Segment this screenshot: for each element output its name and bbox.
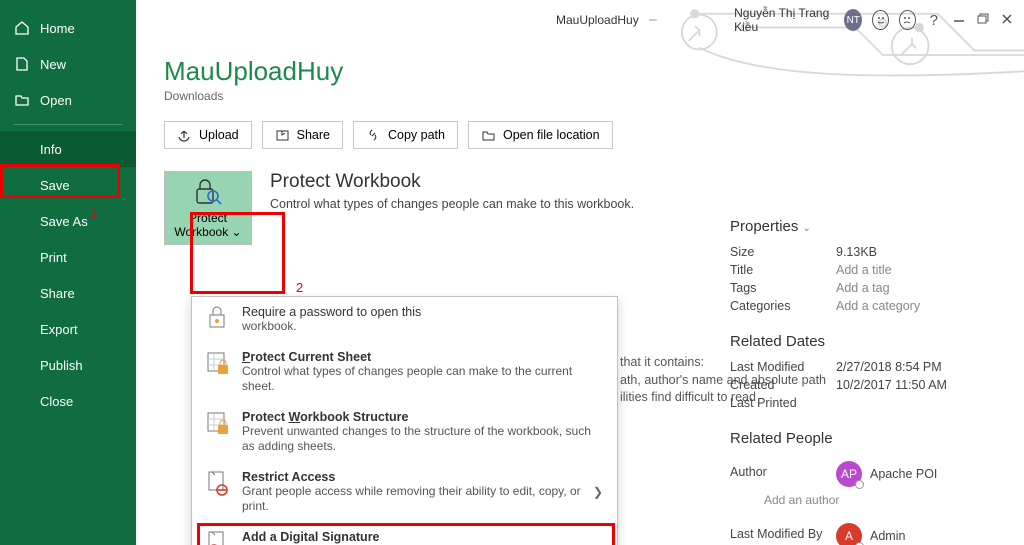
sidebar-home[interactable]: Home: [0, 10, 136, 46]
main-area: MauUploadHuy Nguyễn Thị Trang Kiều NT ? …: [136, 0, 1024, 545]
dd-protect-structure[interactable]: Protect Workbook StructurePrevent unwant…: [192, 402, 617, 462]
content: MauUploadHuy Downloads Upload Share Copy…: [164, 56, 1004, 545]
upload-icon: [177, 128, 192, 142]
prop-tags-k: Tags: [730, 281, 836, 295]
open-icon: [14, 92, 30, 108]
sidebar-publish[interactable]: Publish: [0, 347, 136, 383]
sidebar-close[interactable]: Close: [0, 383, 136, 419]
sidebar-label: Export: [40, 322, 78, 337]
dd-encrypt[interactable]: Require a password to open thisworkbook.: [192, 297, 617, 342]
chevron-down-icon: ⌄: [803, 223, 811, 234]
new-icon: [14, 56, 30, 72]
sidebar-label: Save As: [40, 214, 88, 229]
sidebar-label: Share: [40, 286, 75, 301]
protect-dropdown: Require a password to open thisworkbook.…: [191, 296, 618, 545]
chevron-right-icon: ❯: [593, 485, 603, 499]
restrict-icon: [204, 470, 232, 514]
sidebar-export[interactable]: Export: [0, 311, 136, 347]
titlebar-docname: MauUploadHuy: [556, 13, 639, 27]
sep-icon: [649, 19, 657, 21]
properties-heading[interactable]: Properties ⌄: [730, 218, 976, 235]
open-location-button[interactable]: Open file location: [468, 121, 613, 149]
annotation-1: 1: [90, 205, 97, 220]
prop-size-k: Size: [730, 245, 836, 259]
folder-icon: [481, 128, 496, 142]
dd-restrict-access[interactable]: Restrict AccessGrant people access while…: [192, 462, 617, 522]
sidebar-label: Open: [40, 93, 72, 108]
lock-key-icon: [204, 305, 232, 334]
link-icon: [366, 128, 381, 142]
avatar-icon: A: [836, 523, 862, 545]
sidebar-print[interactable]: Print: [0, 239, 136, 275]
highlight-signature: [197, 523, 615, 545]
sidebar-open[interactable]: Open: [0, 82, 136, 118]
add-author[interactable]: Add an author: [764, 493, 976, 507]
close-icon[interactable]: [1000, 12, 1014, 28]
minimize-icon[interactable]: [952, 12, 966, 28]
titlebar: MauUploadHuy Nguyễn Thị Trang Kiều NT ?: [556, 4, 1014, 36]
highlight-info: [0, 164, 120, 198]
action-bar: Upload Share Copy path Open file locatio…: [164, 121, 1004, 149]
page-location: Downloads: [164, 89, 1004, 103]
properties-panel: Properties ⌄ Size9.13KB TitleAdd a title…: [730, 218, 976, 545]
prop-title-v[interactable]: Add a title: [836, 263, 892, 277]
sidebar-info[interactable]: Info: [0, 131, 136, 167]
modifier-person[interactable]: A Admin: [836, 523, 905, 545]
lock-search-icon: [191, 177, 225, 207]
structure-lock-icon: [204, 410, 232, 454]
prop-cat-k: Categories: [730, 299, 836, 313]
protect-desc: Control what types of changes people can…: [270, 197, 634, 211]
sidebar-share[interactable]: Share: [0, 275, 136, 311]
sidebar-saveas[interactable]: Save As: [0, 203, 136, 239]
feedback-sad-icon[interactable]: [899, 10, 916, 30]
feedback-happy-icon[interactable]: [872, 10, 889, 30]
dd-protect-sheet[interactable]: Protect Current SheetControl what types …: [192, 342, 617, 402]
blank-icon: [14, 141, 30, 157]
copy-path-button[interactable]: Copy path: [353, 121, 458, 149]
share-button[interactable]: Share: [262, 121, 343, 149]
sidebar-label: Info: [40, 142, 62, 157]
author-person[interactable]: AP Apache POI: [836, 461, 937, 487]
related-dates-heading: Related Dates: [730, 333, 976, 350]
sidebar-label: Close: [40, 394, 73, 409]
avatar-icon: AP: [836, 461, 862, 487]
sidebar-new[interactable]: New: [0, 46, 136, 82]
sidebar-label: Publish: [40, 358, 83, 373]
restore-icon[interactable]: [976, 12, 990, 28]
help-button[interactable]: ?: [926, 12, 942, 29]
prop-size-v: 9.13KB: [836, 245, 877, 259]
prop-cat-v[interactable]: Add a category: [836, 299, 920, 313]
sidebar-divider: [14, 124, 122, 125]
prop-tags-v[interactable]: Add a tag: [836, 281, 890, 295]
home-icon: [14, 20, 30, 36]
sidebar-label: New: [40, 57, 66, 72]
prop-title-k: Title: [730, 263, 836, 277]
titlebar-username: Nguyễn Thị Trang Kiều: [734, 6, 834, 34]
share-icon: [275, 128, 290, 142]
sidebar-label: Home: [40, 21, 75, 36]
upload-button[interactable]: Upload: [164, 121, 252, 149]
related-people-heading: Related People: [730, 430, 976, 447]
protect-heading: Protect Workbook: [270, 171, 634, 193]
highlight-protect: [190, 212, 285, 294]
sheet-lock-icon: [204, 350, 232, 394]
page-title: MauUploadHuy: [164, 56, 1004, 87]
user-avatar[interactable]: NT: [844, 9, 862, 31]
sidebar-label: Print: [40, 250, 67, 265]
backstage-sidebar: Home New Open Info Save Save As Print Sh…: [0, 0, 136, 545]
annotation-2: 2: [296, 280, 303, 295]
